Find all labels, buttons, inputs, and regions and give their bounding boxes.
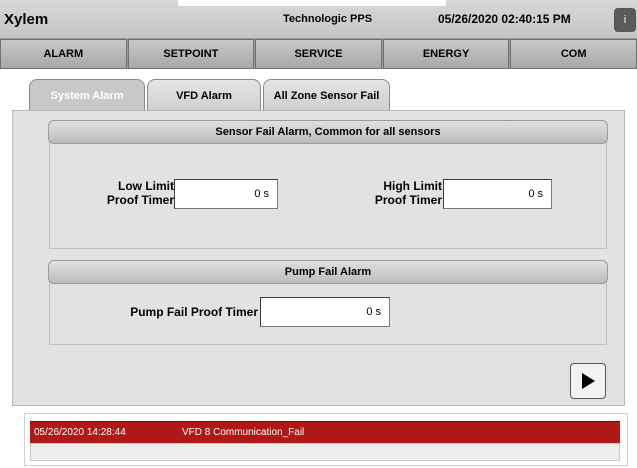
tab-all-zone-sensor-fail[interactable]: All Zone Sensor Fail xyxy=(263,79,390,111)
tab-vfd-alarm[interactable]: VFD Alarm xyxy=(147,79,261,111)
nav-setpoint-button[interactable]: SETPOINT xyxy=(127,39,255,69)
next-page-button[interactable] xyxy=(570,363,606,399)
station-name: Technologic PPS xyxy=(283,13,373,25)
info-icon: i xyxy=(623,14,627,26)
content-panel: Sensor Fail Alarm, Common for all sensor… xyxy=(12,110,625,406)
nav-service-button[interactable]: SERVICE xyxy=(255,39,382,69)
high-limit-label: High Limit Proof Timer xyxy=(374,179,442,207)
info-button[interactable]: i xyxy=(614,8,636,32)
low-limit-proof-timer-field[interactable]: 0 s xyxy=(174,179,278,209)
alarm-empty-row xyxy=(30,443,620,461)
active-alarm-row[interactable]: 05/26/2020 14:28:44 VFD 8 Communication_… xyxy=(30,421,620,445)
low-limit-label: Low Limit Proof Timer xyxy=(106,179,174,207)
nav-energy-button[interactable]: ENERGY xyxy=(382,39,510,69)
title-bar-strip xyxy=(178,0,446,6)
pump-fail-group: Pump Fail Alarm Pump Fail Proof Timer 0 … xyxy=(48,260,608,345)
alarm-timestamp: 05/26/2020 14:28:44 xyxy=(34,427,126,438)
sensor-fail-group: Sensor Fail Alarm, Common for all sensor… xyxy=(48,120,608,249)
app-name: Xylem xyxy=(4,11,49,28)
title-bar: Xylem Technologic PPS 05/26/2020 02:40:1… xyxy=(0,0,637,39)
nav-alarm-button[interactable]: ALARM xyxy=(0,39,127,69)
alarm-message: VFD 8 Communication_Fail xyxy=(182,427,305,438)
tab-system-alarm[interactable]: System Alarm xyxy=(29,79,145,111)
main-nav: ALARM SETPOINT SERVICE ENERGY COM xyxy=(0,39,637,69)
high-limit-proof-timer-field[interactable]: 0 s xyxy=(443,179,552,209)
nav-com-button[interactable]: COM xyxy=(510,39,637,69)
pump-fail-proof-timer-label: Pump Fail Proof Timer xyxy=(130,305,258,319)
pump-fail-group-title: Pump Fail Alarm xyxy=(48,260,608,284)
datetime: 05/26/2020 02:40:15 PM xyxy=(438,12,571,26)
pump-fail-proof-timer-field[interactable]: 0 s xyxy=(260,297,390,327)
play-icon xyxy=(582,373,595,389)
sensor-fail-group-title: Sensor Fail Alarm, Common for all sensor… xyxy=(48,120,608,144)
